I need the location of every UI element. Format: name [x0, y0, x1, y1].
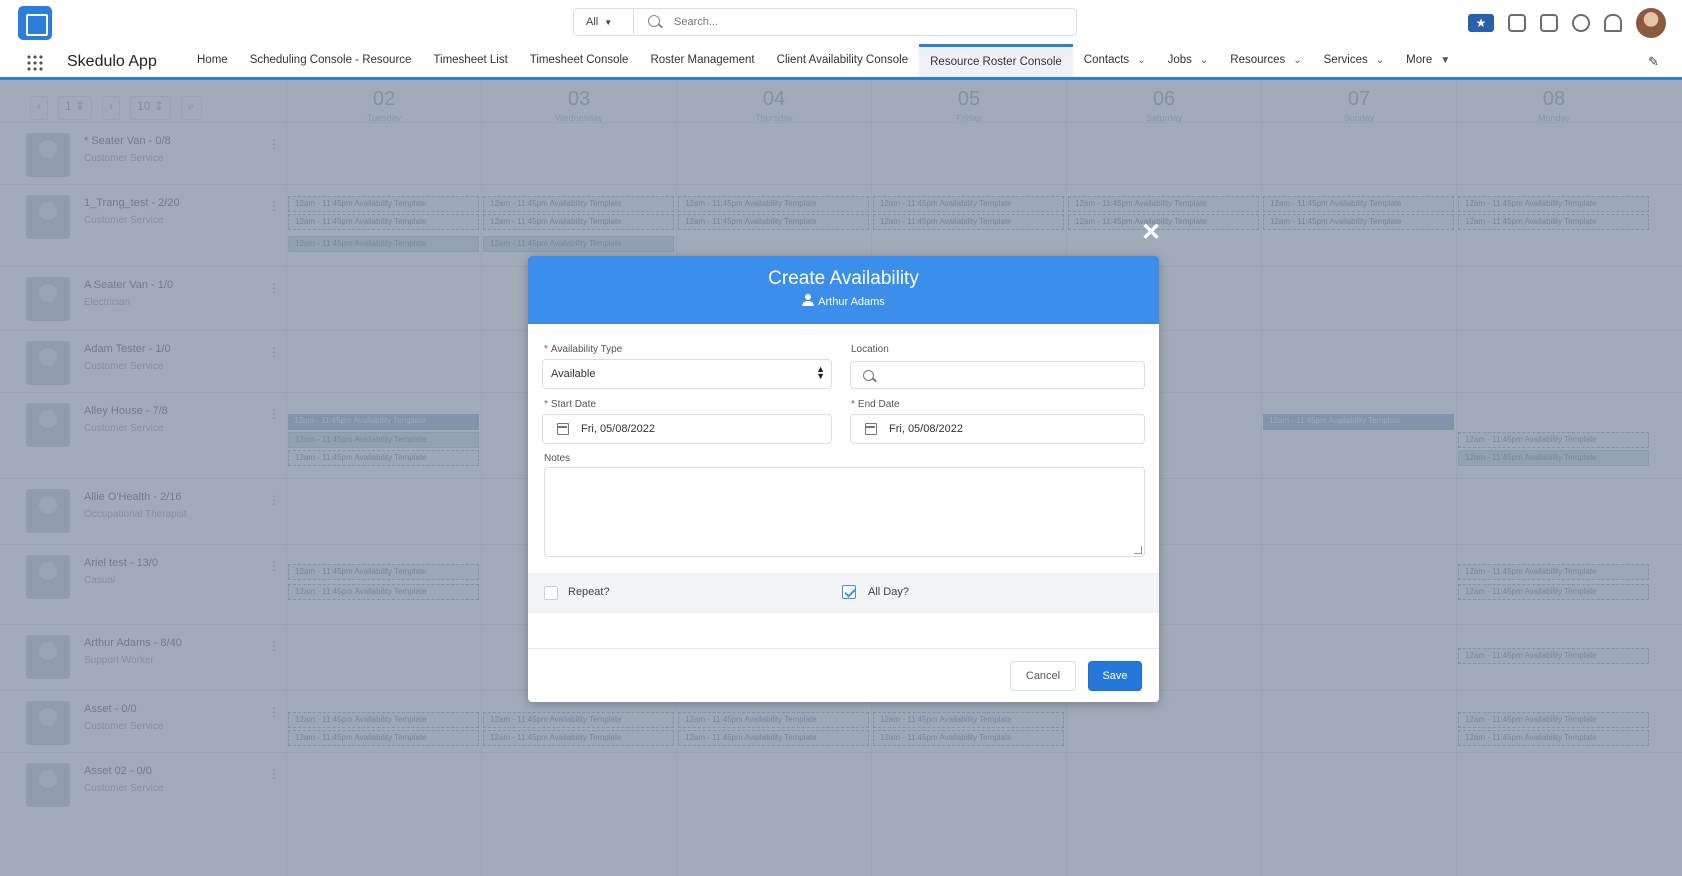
nav-tab-home[interactable]: Home	[186, 44, 239, 77]
location-label: Location	[851, 344, 889, 355]
nav-tab-label: Timesheet Console	[529, 54, 629, 66]
resize-grip-icon[interactable]	[1134, 546, 1142, 554]
nav-tab-timesheet-list[interactable]: Timesheet List	[422, 44, 518, 77]
nav-tab-resources[interactable]: Resources ⌄	[1219, 44, 1312, 77]
end-date-input[interactable]: Fri, 05/08/2022	[850, 414, 1145, 444]
all-day-label: All Day?	[868, 586, 909, 598]
calendar-icon	[865, 423, 877, 435]
app-nav-bar: Skedulo App Home Scheduling Console - Res…	[0, 44, 1682, 80]
global-search: All ▼	[573, 8, 1077, 36]
end-date-label: * End Date	[851, 399, 900, 410]
nav-tab-label: Client Availability Console	[776, 54, 909, 66]
resource-name: Arthur Adams	[818, 296, 885, 308]
notes-textarea[interactable]	[544, 467, 1145, 557]
trailhead-icon[interactable]	[1540, 14, 1558, 32]
nav-tab-resource-roster-console[interactable]: Resource Roster Console	[919, 44, 1073, 77]
search-icon	[648, 15, 660, 27]
nav-tab-contacts[interactable]: Contacts ⌄	[1073, 44, 1157, 77]
select-arrows-icon: ▲ ▼	[816, 364, 825, 381]
start-date-label: * Start Date	[544, 399, 596, 410]
nav-tab-label: Home	[197, 54, 228, 66]
modal-footer: Cancel Save	[528, 648, 1159, 702]
search-scope-dropdown[interactable]: All ▼	[574, 9, 634, 35]
close-icon[interactable]: ✕	[1140, 221, 1162, 245]
modal-header: Create Availability Arthur Adams	[528, 256, 1159, 324]
nav-tab-roster-management[interactable]: Roster Management	[639, 44, 765, 77]
global-header: All ▼ ★	[0, 0, 1682, 44]
start-date-input[interactable]: Fri, 05/08/2022	[542, 414, 832, 444]
modal-subtitle: Arthur Adams	[528, 294, 1159, 308]
search-scope-label: All	[586, 16, 599, 28]
chevron-down-icon[interactable]: ⌄	[1200, 55, 1208, 66]
nav-tab-label: Resource Roster Console	[930, 56, 1062, 68]
chevron-down-icon[interactable]: ⌄	[1137, 55, 1145, 66]
app-logo-icon[interactable]	[18, 6, 52, 40]
app-name: Skedulo App	[67, 53, 157, 70]
options-band: Repeat? All Day?	[528, 573, 1159, 613]
repeat-checkbox[interactable]	[544, 586, 558, 600]
create-availability-modal: Create Availability Arthur Adams * Availa…	[528, 256, 1159, 702]
app-launcher-waffle-icon[interactable]	[26, 54, 44, 72]
cancel-button[interactable]: Cancel	[1010, 661, 1076, 691]
nav-tab-label: Timesheet List	[433, 54, 508, 66]
save-button[interactable]: Save	[1088, 661, 1142, 691]
search-input[interactable]	[674, 13, 1054, 31]
nav-tab-label: Resources	[1230, 54, 1286, 66]
search-icon	[863, 370, 874, 381]
chevron-down-icon[interactable]: ⌄	[1293, 55, 1301, 66]
notes-label: Notes	[544, 453, 571, 464]
caret-down-icon: ▼	[604, 18, 613, 27]
nav-tab-label: Services	[1323, 54, 1368, 66]
header-actions: ★	[1468, 8, 1666, 38]
global-actions-icon[interactable]	[1508, 14, 1526, 32]
nav-tab-label: Scheduling Console - Resource	[249, 54, 412, 66]
availability-type-label: * Availability Type	[544, 344, 623, 355]
nav-tab-label: Jobs	[1167, 54, 1192, 66]
nav-tab-jobs[interactable]: Jobs ⌄	[1157, 44, 1220, 77]
end-date-value: Fri, 05/08/2022	[889, 423, 963, 435]
location-input[interactable]	[850, 361, 1145, 389]
nav-tab-label: Roster Management	[650, 54, 755, 66]
availability-type-value: Available	[551, 368, 596, 380]
all-day-checkbox[interactable]	[842, 585, 856, 599]
nav-tab-label: More	[1406, 54, 1433, 66]
nav-tab-services[interactable]: Services ⌄	[1313, 44, 1396, 77]
nav-tab-client-availability-console[interactable]: Client Availability Console	[766, 44, 919, 77]
user-avatar[interactable]	[1636, 8, 1666, 38]
modal-body: * Availability Type Available ▲ ▼ Location…	[528, 324, 1159, 618]
modal-title: Create Availability	[768, 268, 919, 289]
nav-items: Home Scheduling Console - Resource Timeshe…	[186, 44, 1461, 77]
nav-tab-scheduling-console-resource[interactable]: Scheduling Console - Resource	[239, 44, 423, 77]
start-date-value: Fri, 05/08/2022	[581, 423, 655, 435]
nav-tab-label: Contacts	[1083, 54, 1130, 66]
nav-tab-more[interactable]: More ▼	[1395, 44, 1461, 77]
person-icon	[802, 294, 815, 306]
chevron-down-icon[interactable]: ⌄	[1376, 55, 1384, 66]
bell-icon[interactable]	[1604, 14, 1622, 32]
app-root: All ▼ ★ Skedulo App Home Scheduling Consol…	[0, 0, 1682, 876]
calendar-icon	[557, 423, 569, 435]
favorites-star-icon[interactable]: ★	[1468, 14, 1494, 32]
chevron-down-icon[interactable]: ▼	[1440, 55, 1450, 66]
availability-type-select[interactable]: Available ▲ ▼	[542, 359, 832, 389]
edit-nav-pencil-icon[interactable]: ✎	[1648, 54, 1662, 69]
nav-tab-timesheet-console[interactable]: Timesheet Console	[519, 44, 640, 77]
gear-icon[interactable]	[1572, 14, 1590, 32]
repeat-label: Repeat?	[568, 586, 610, 598]
